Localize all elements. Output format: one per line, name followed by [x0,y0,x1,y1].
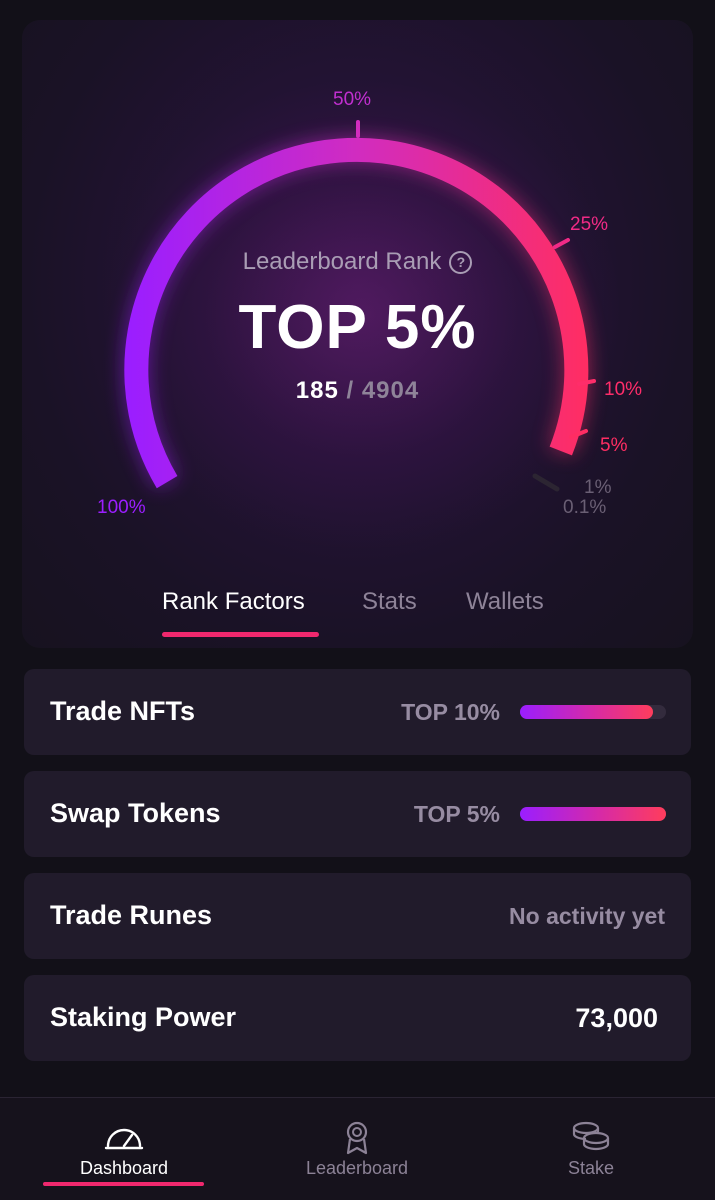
rank-tabs: Rank Factors Stats Wallets [0,588,715,644]
factor-progress-fill [520,705,653,719]
speedometer-icon [104,1128,144,1150]
factor-name: Trade Runes [50,900,213,930]
nav-label: Dashboard [79,1158,169,1178]
help-icon[interactable]: ? [449,251,473,274]
factor-name: Swap Tokens [50,798,221,828]
factor-card-trade-runes[interactable]: Trade Runes No activity yet [24,873,691,959]
tick-label-0-1: 0.1% [563,497,607,518]
rank-title-text: Leaderboard Rank [242,248,442,275]
tab-stats[interactable]: Stats [362,588,417,616]
nav-stake[interactable]: Stake [472,1098,710,1200]
rank-position-value: 185 [295,377,339,404]
tick-1 [532,473,560,492]
factor-level: TOP 10% [401,699,500,725]
factor-progress-track [520,807,666,821]
factor-card-swap-tokens[interactable]: Swap Tokens TOP 5% [24,771,691,857]
leaderboard-rank-title: Leaderboard Rank? [0,248,715,276]
factor-name: Staking Power [50,1002,237,1032]
rank-position: 185 / 4904 [0,377,715,405]
tick-25 [553,238,570,249]
tick-label-1: 1% [584,477,612,498]
factor-status: No activity yet [509,903,665,929]
app-screen: 50% 25% 10% 5% 1% 0.1% 100% Leaderboard … [0,0,715,1200]
tick-label-25: 25% [570,214,609,235]
factor-progress-track [520,705,666,719]
factor-card-trade-nfts[interactable]: Trade NFTs TOP 10% [24,669,691,755]
tick-label-5: 5% [600,435,628,456]
factor-level: TOP 5% [413,801,500,827]
active-tab-indicator [162,632,319,637]
factor-progress-fill [520,807,666,821]
coin-stack-icon [572,1121,610,1151]
nav-label: Stake [567,1158,615,1178]
tab-wallets[interactable]: Wallets [466,588,544,616]
factor-card-staking-power[interactable]: Staking Power 73,000 [24,975,691,1061]
rank-total: 4904 [361,377,420,404]
nav-label: Leaderboard [305,1158,409,1178]
tick-label-100: 100% [97,497,146,518]
factor-name: Trade NFTs [50,696,196,726]
award-ribbon-icon [346,1121,368,1155]
active-nav-indicator [43,1182,204,1186]
tab-rank-factors[interactable]: Rank Factors [162,588,305,616]
rank-value: TOP 5% [238,293,477,362]
nav-leaderboard[interactable]: Leaderboard [238,1098,476,1200]
rank-separator: / [346,377,355,404]
staking-power-value: 73,000 [575,1003,658,1033]
tick-label-50: 50% [333,89,372,110]
